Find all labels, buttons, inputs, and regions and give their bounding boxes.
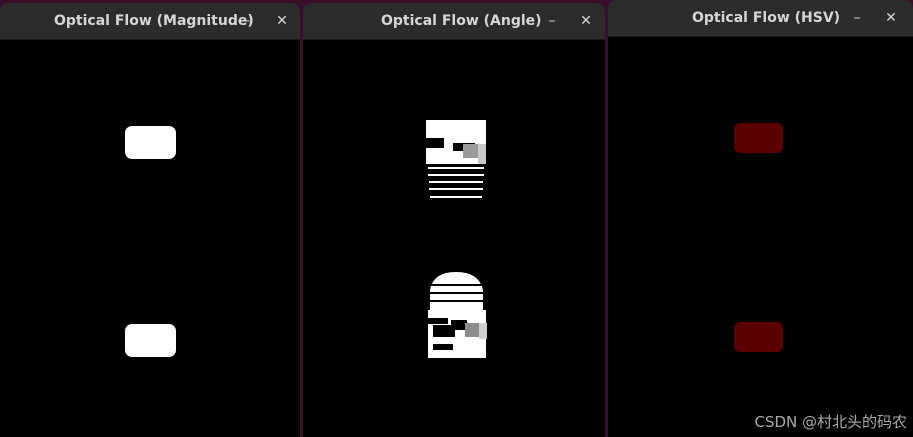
titlebar-magnitude[interactable]: Optical Flow (Magnitude) – ✕ — [0, 3, 300, 40]
titlebar-angle[interactable]: Optical Flow (Angle) – ✕ — [303, 3, 605, 40]
hsv-blob-top — [734, 123, 783, 153]
flow-magnitude-canvas — [0, 40, 300, 437]
minimize-icon[interactable]: – — [848, 0, 866, 36]
close-icon[interactable]: ✕ — [882, 0, 900, 36]
motion-blob-bottom — [125, 324, 176, 357]
flow-angle-canvas — [303, 40, 605, 437]
motion-blob-top — [125, 126, 176, 159]
titlebar-hsv[interactable]: Optical Flow (HSV) – ✕ — [608, 0, 913, 37]
window-hsv: Optical Flow (HSV) – ✕ — [608, 0, 913, 437]
magnitude-image — [125, 126, 176, 357]
angle-blob-bottom — [428, 272, 487, 358]
window-title: Optical Flow (Magnitude) — [54, 13, 254, 29]
close-icon[interactable]: ✕ — [273, 3, 291, 39]
hsv-blob-bottom — [734, 322, 783, 352]
watermark: CSDN @村北头的码农 — [754, 413, 907, 431]
window-magnitude: Optical Flow (Magnitude) – ✕ — [0, 3, 300, 437]
flow-hsv-canvas — [608, 37, 913, 437]
angle-image — [426, 120, 487, 358]
window-angle: Optical Flow (Angle) – ✕ — [303, 3, 605, 437]
minimize-icon[interactable]: – — [238, 3, 256, 39]
window-title: Optical Flow (Angle) — [381, 13, 542, 29]
hsv-image — [734, 123, 783, 352]
angle-blob-top — [426, 120, 486, 198]
window-title: Optical Flow (HSV) — [692, 10, 841, 26]
minimize-icon[interactable]: – — [543, 3, 561, 39]
close-icon[interactable]: ✕ — [577, 3, 595, 39]
